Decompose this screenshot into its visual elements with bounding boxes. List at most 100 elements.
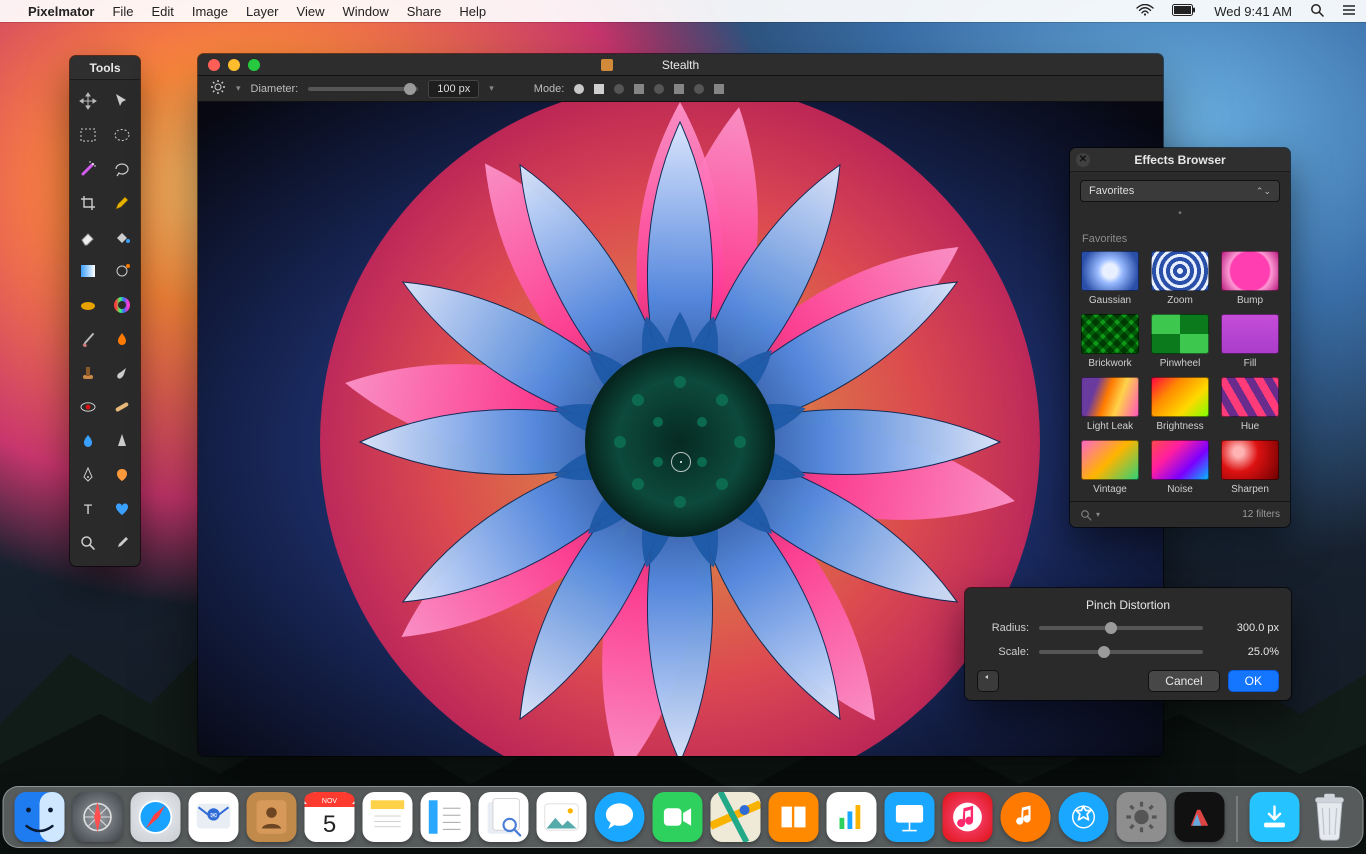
dock-trash[interactable] — [1308, 792, 1352, 842]
menu-help[interactable]: Help — [459, 4, 486, 19]
effect-hue[interactable]: Hue — [1220, 377, 1280, 432]
reset-button[interactable] — [977, 670, 999, 692]
dock-maps[interactable] — [711, 792, 761, 842]
effect-light-leak[interactable]: Light Leak — [1080, 377, 1140, 432]
dock-messages[interactable] — [595, 792, 645, 842]
tool-pencil[interactable] — [108, 190, 136, 216]
scale-value[interactable]: 25.0% — [1213, 646, 1279, 658]
radius-slider[interactable] — [1039, 626, 1203, 630]
effects-search[interactable]: ▾ — [1080, 509, 1100, 521]
effect-brightness[interactable]: Brightness — [1150, 377, 1210, 432]
dock-keynote[interactable] — [885, 792, 935, 842]
radius-value[interactable]: 300.0 px — [1213, 622, 1279, 634]
tool-clone[interactable] — [74, 360, 102, 386]
tool-zoom[interactable] — [74, 530, 102, 556]
tool-red-eye[interactable] — [74, 394, 102, 420]
dock-facetime[interactable] — [653, 792, 703, 842]
effect-zoom[interactable]: Zoom — [1150, 251, 1210, 306]
effect-vintage[interactable]: Vintage — [1080, 440, 1140, 495]
close-icon[interactable]: ✕ — [1076, 153, 1090, 167]
tool-eraser[interactable] — [74, 224, 102, 250]
tool-ellipse-marquee[interactable] — [108, 122, 136, 148]
tool-shape[interactable] — [108, 462, 136, 488]
dock-numbers[interactable] — [827, 792, 877, 842]
diameter-value[interactable]: 100 px — [428, 80, 479, 98]
tool-heal[interactable] — [108, 394, 136, 420]
dock-mail[interactable]: ✉ — [189, 792, 239, 842]
dock-safari[interactable] — [131, 792, 181, 842]
notification-center-icon[interactable] — [1342, 4, 1356, 19]
tool-paint-bucket[interactable] — [108, 224, 136, 250]
tool-gradient[interactable] — [74, 258, 102, 284]
tool-burn[interactable] — [108, 326, 136, 352]
window-zoom[interactable] — [248, 59, 260, 71]
dock-system-preferences[interactable] — [1117, 792, 1167, 842]
tool-sponge[interactable] — [74, 292, 102, 318]
tool-move[interactable] — [74, 88, 102, 114]
effect-bump[interactable]: Bump — [1220, 251, 1280, 306]
effect-sharpen[interactable]: Sharpen — [1220, 440, 1280, 495]
dock-photos[interactable] — [537, 792, 587, 842]
tool-blur[interactable] — [74, 428, 102, 454]
dock-calendar[interactable]: NOV5 — [305, 792, 355, 842]
effect-pinwheel[interactable]: Pinwheel — [1150, 314, 1210, 369]
window-minimize[interactable] — [228, 59, 240, 71]
tool-brush[interactable] — [74, 326, 102, 352]
gear-icon[interactable] — [210, 79, 226, 98]
wifi-icon[interactable] — [1136, 4, 1154, 19]
tool-crop[interactable] — [74, 190, 102, 216]
effect-label: Noise — [1167, 484, 1193, 495]
window-close[interactable] — [208, 59, 220, 71]
tool-eyedropper[interactable] — [108, 530, 136, 556]
dock-notes[interactable] — [363, 792, 413, 842]
dock-downloads[interactable] — [1250, 792, 1300, 842]
effect-label: Hue — [1241, 421, 1259, 432]
dock-launchpad[interactable] — [73, 792, 123, 842]
ok-button[interactable]: OK — [1228, 670, 1279, 692]
tool-rect-marquee[interactable] — [74, 122, 102, 148]
menu-share[interactable]: Share — [407, 4, 442, 19]
document-titlebar[interactable]: Stealth — [198, 54, 1163, 76]
effect-noise[interactable]: Noise — [1150, 440, 1210, 495]
effects-category-dropdown[interactable]: Favorites ⌃⌄ — [1080, 180, 1280, 202]
tool-lasso[interactable] — [108, 156, 136, 182]
scale-slider[interactable] — [1039, 650, 1203, 654]
dock-ibooks[interactable] — [769, 792, 819, 842]
tool-smudge[interactable] — [108, 360, 136, 386]
spotlight-icon[interactable] — [1310, 3, 1324, 20]
diameter-slider[interactable] — [308, 87, 418, 91]
adjust-title: Pinch Distortion — [977, 598, 1279, 612]
menu-window[interactable]: Window — [342, 4, 388, 19]
effect-gaussian[interactable]: Gaussian — [1080, 251, 1140, 306]
menu-file[interactable]: File — [112, 4, 133, 19]
dock-pixelmator[interactable] — [1175, 792, 1225, 842]
mode-segmented[interactable] — [574, 84, 724, 94]
effect-brickwork[interactable]: Brickwork — [1080, 314, 1140, 369]
tool-pen[interactable] — [74, 462, 102, 488]
battery-icon[interactable] — [1172, 4, 1196, 19]
effect-label: Pinwheel — [1160, 358, 1201, 369]
menu-layer[interactable]: Layer — [246, 4, 279, 19]
dock-reminders[interactable] — [421, 792, 471, 842]
document-proxy-icon[interactable] — [601, 59, 613, 71]
dock-contacts[interactable] — [247, 792, 297, 842]
tool-color-wheel[interactable] — [108, 292, 136, 318]
dock-finder[interactable] — [15, 792, 65, 842]
effect-fill[interactable]: Fill — [1220, 314, 1280, 369]
menubar-clock[interactable]: Wed 9:41 AM — [1214, 4, 1292, 19]
tool-magic-wand[interactable] — [74, 156, 102, 182]
menu-view[interactable]: View — [297, 4, 325, 19]
menu-image[interactable]: Image — [192, 4, 228, 19]
dock-appstore[interactable] — [1059, 792, 1109, 842]
app-menu[interactable]: Pixelmator — [28, 4, 94, 19]
dock-preview[interactable] — [479, 792, 529, 842]
menu-edit[interactable]: Edit — [151, 4, 173, 19]
tool-arrow-select[interactable] — [108, 88, 136, 114]
tool-sharpen[interactable] — [108, 428, 136, 454]
cancel-button[interactable]: Cancel — [1148, 670, 1219, 692]
tool-type[interactable]: T — [74, 496, 102, 522]
dock-itunes[interactable] — [943, 792, 993, 842]
tool-heart-shape[interactable] — [108, 496, 136, 522]
dock-itunes-store[interactable] — [1001, 792, 1051, 842]
tool-warp[interactable] — [108, 258, 136, 284]
